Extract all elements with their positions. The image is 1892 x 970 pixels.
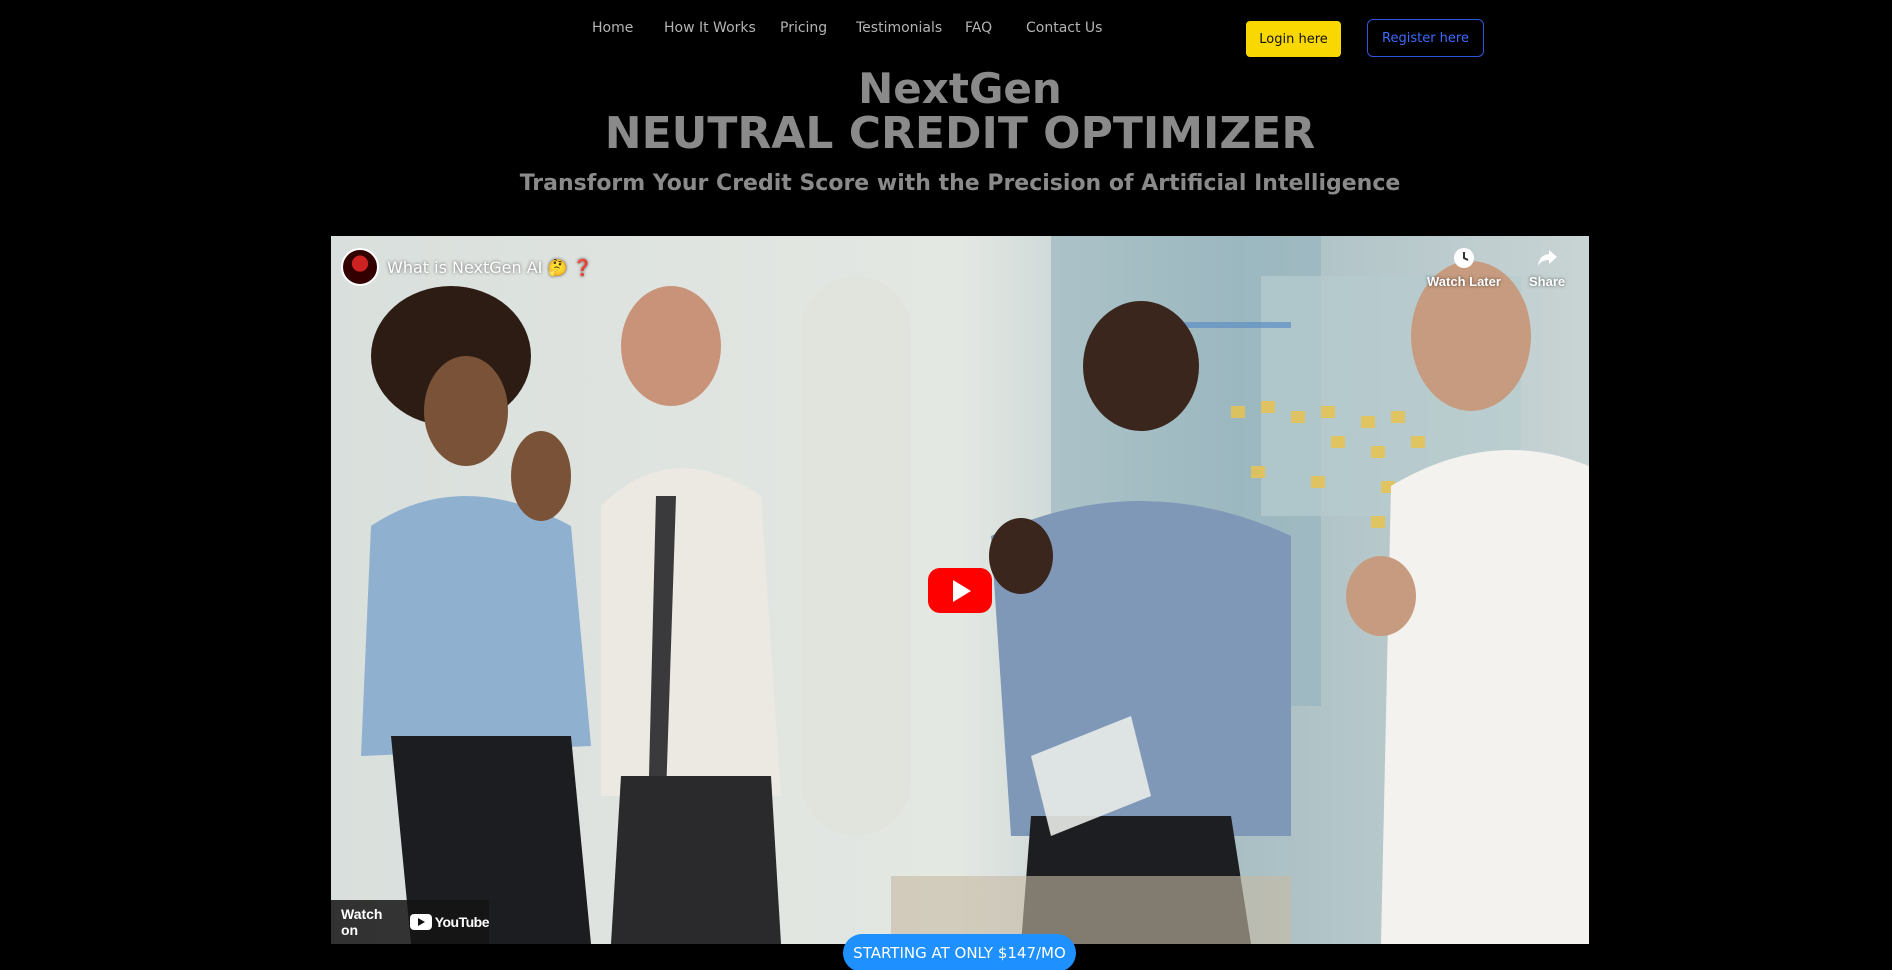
channel-avatar[interactable] — [341, 248, 379, 286]
hero-subtitle: Transform Your Credit Score with the Pre… — [519, 171, 1401, 196]
hero-title-brand: NextGen — [858, 64, 1062, 113]
hero-title-product: NEUTRAL CREDIT OPTIMIZER — [604, 108, 1316, 159]
nav-link-home[interactable]: Home — [592, 20, 633, 36]
play-icon — [953, 579, 971, 602]
login-button[interactable]: Login here — [1246, 21, 1341, 57]
page: Home How It Works Pricing Testimonials F… — [0, 0, 1892, 970]
nav-item-how-it-works[interactable]: How It Works — [664, 20, 756, 36]
play-button[interactable] — [928, 568, 992, 613]
nav-link-faq[interactable]: FAQ — [965, 20, 992, 36]
watch-later-button[interactable]: Watch Later — [1427, 246, 1501, 289]
nav-link-contact-us[interactable]: Contact Us — [1026, 20, 1102, 36]
nav-link-how-it-works[interactable]: How It Works — [664, 20, 756, 36]
youtube-logo-icon: YouTube — [409, 914, 490, 930]
nav-item-pricing[interactable]: Pricing — [780, 20, 827, 36]
share-icon — [1535, 246, 1559, 270]
video-embed[interactable]: What is NextGen AI 🤔 ❓ Watch Later Share… — [331, 236, 1589, 944]
watch-on-label: Watch on — [341, 906, 383, 938]
pricing-cta-button[interactable]: STARTING AT ONLY $147/MO — [843, 934, 1076, 970]
video-header: What is NextGen AI 🤔 ❓ — [341, 248, 592, 286]
share-label: Share — [1529, 274, 1566, 289]
nav-item-testimonials[interactable]: Testimonials — [856, 20, 942, 36]
nav-item-contact-us[interactable]: Contact Us — [1026, 20, 1102, 36]
share-button[interactable]: Share — [1529, 246, 1565, 289]
nav-item-home[interactable]: Home — [592, 20, 633, 36]
video-title[interactable]: What is NextGen AI 🤔 ❓ — [387, 258, 592, 277]
nav-item-faq[interactable]: FAQ — [965, 20, 992, 36]
youtube-wordmark: YouTube — [434, 914, 490, 930]
watch-later-label: Watch Later — [1427, 274, 1501, 289]
register-button[interactable]: Register here — [1367, 19, 1484, 57]
watch-on-youtube-button[interactable]: Watch on YouTube — [331, 900, 490, 944]
nav-link-testimonials[interactable]: Testimonials — [856, 20, 942, 36]
nav-link-pricing[interactable]: Pricing — [780, 20, 827, 36]
clock-icon — [1452, 246, 1476, 270]
